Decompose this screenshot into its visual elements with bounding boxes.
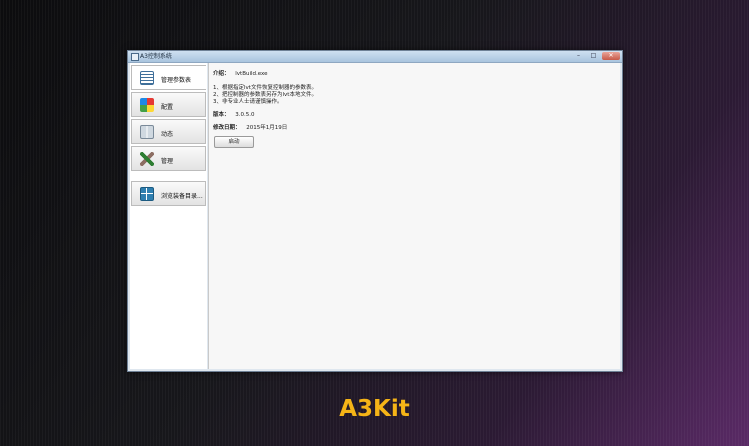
sidebar-item-label: 配置 xyxy=(161,104,174,111)
palette-icon xyxy=(140,98,154,112)
description-line-3: 3、非专业人士请谨慎操作。 xyxy=(213,99,283,105)
book-icon xyxy=(140,125,154,139)
minimize-button[interactable]: – xyxy=(572,52,585,60)
version-label: 版本： xyxy=(213,112,230,118)
date-row: 修改日期： 2015年1月19日 xyxy=(213,123,287,131)
content-panel: 介绍： lvtBuild.exe 1、根据指定lvt文件恢复控制器的参数表。 2… xyxy=(208,63,620,369)
sidebar-item-config[interactable]: 配置 xyxy=(131,92,206,117)
sidebar-item-label: 浏览装备目录... xyxy=(161,193,203,200)
version-row: 版本： 3.0.5.0 xyxy=(213,110,255,118)
maximize-button[interactable]: □ xyxy=(587,52,600,60)
app-icon xyxy=(131,53,139,61)
title-bar[interactable]: A3控制系统 – □ ✕ xyxy=(128,51,622,63)
tools-icon xyxy=(140,152,154,166)
sidebar-item-browse-catalog[interactable]: 浏览装备目录... xyxy=(131,181,206,206)
sidebar-item-label: 动态 xyxy=(161,131,174,138)
date-value: 2015年1月19日 xyxy=(246,125,288,131)
window-title: A3控制系统 xyxy=(140,53,172,60)
intro-row: 介绍： lvtBuild.exe xyxy=(213,69,268,77)
intro-label: 介绍： xyxy=(213,71,230,77)
start-button[interactable]: 启动 xyxy=(214,136,254,148)
sidebar-item-parameter-table[interactable]: 管理参数表 xyxy=(131,65,206,90)
app-window: A3控制系统 – □ ✕ 管理参数表 配置 动态 管理 浏览装备目录... 介绍… xyxy=(127,50,623,372)
sidebar-item-dynamic[interactable]: 动态 xyxy=(131,119,206,144)
product-caption: A3Kit xyxy=(339,396,410,422)
sidebar: 管理参数表 配置 动态 管理 浏览装备目录... xyxy=(130,63,207,369)
date-label: 修改日期： xyxy=(213,125,241,131)
intro-value: lvtBuild.exe xyxy=(235,71,268,77)
table-icon xyxy=(140,71,154,85)
grid-icon xyxy=(140,187,154,201)
sidebar-item-manage[interactable]: 管理 xyxy=(131,146,206,171)
close-button[interactable]: ✕ xyxy=(602,52,620,60)
sidebar-item-label: 管理 xyxy=(161,158,174,165)
version-value: 3.0.5.0 xyxy=(235,112,255,118)
sidebar-item-label: 管理参数表 xyxy=(161,77,192,84)
